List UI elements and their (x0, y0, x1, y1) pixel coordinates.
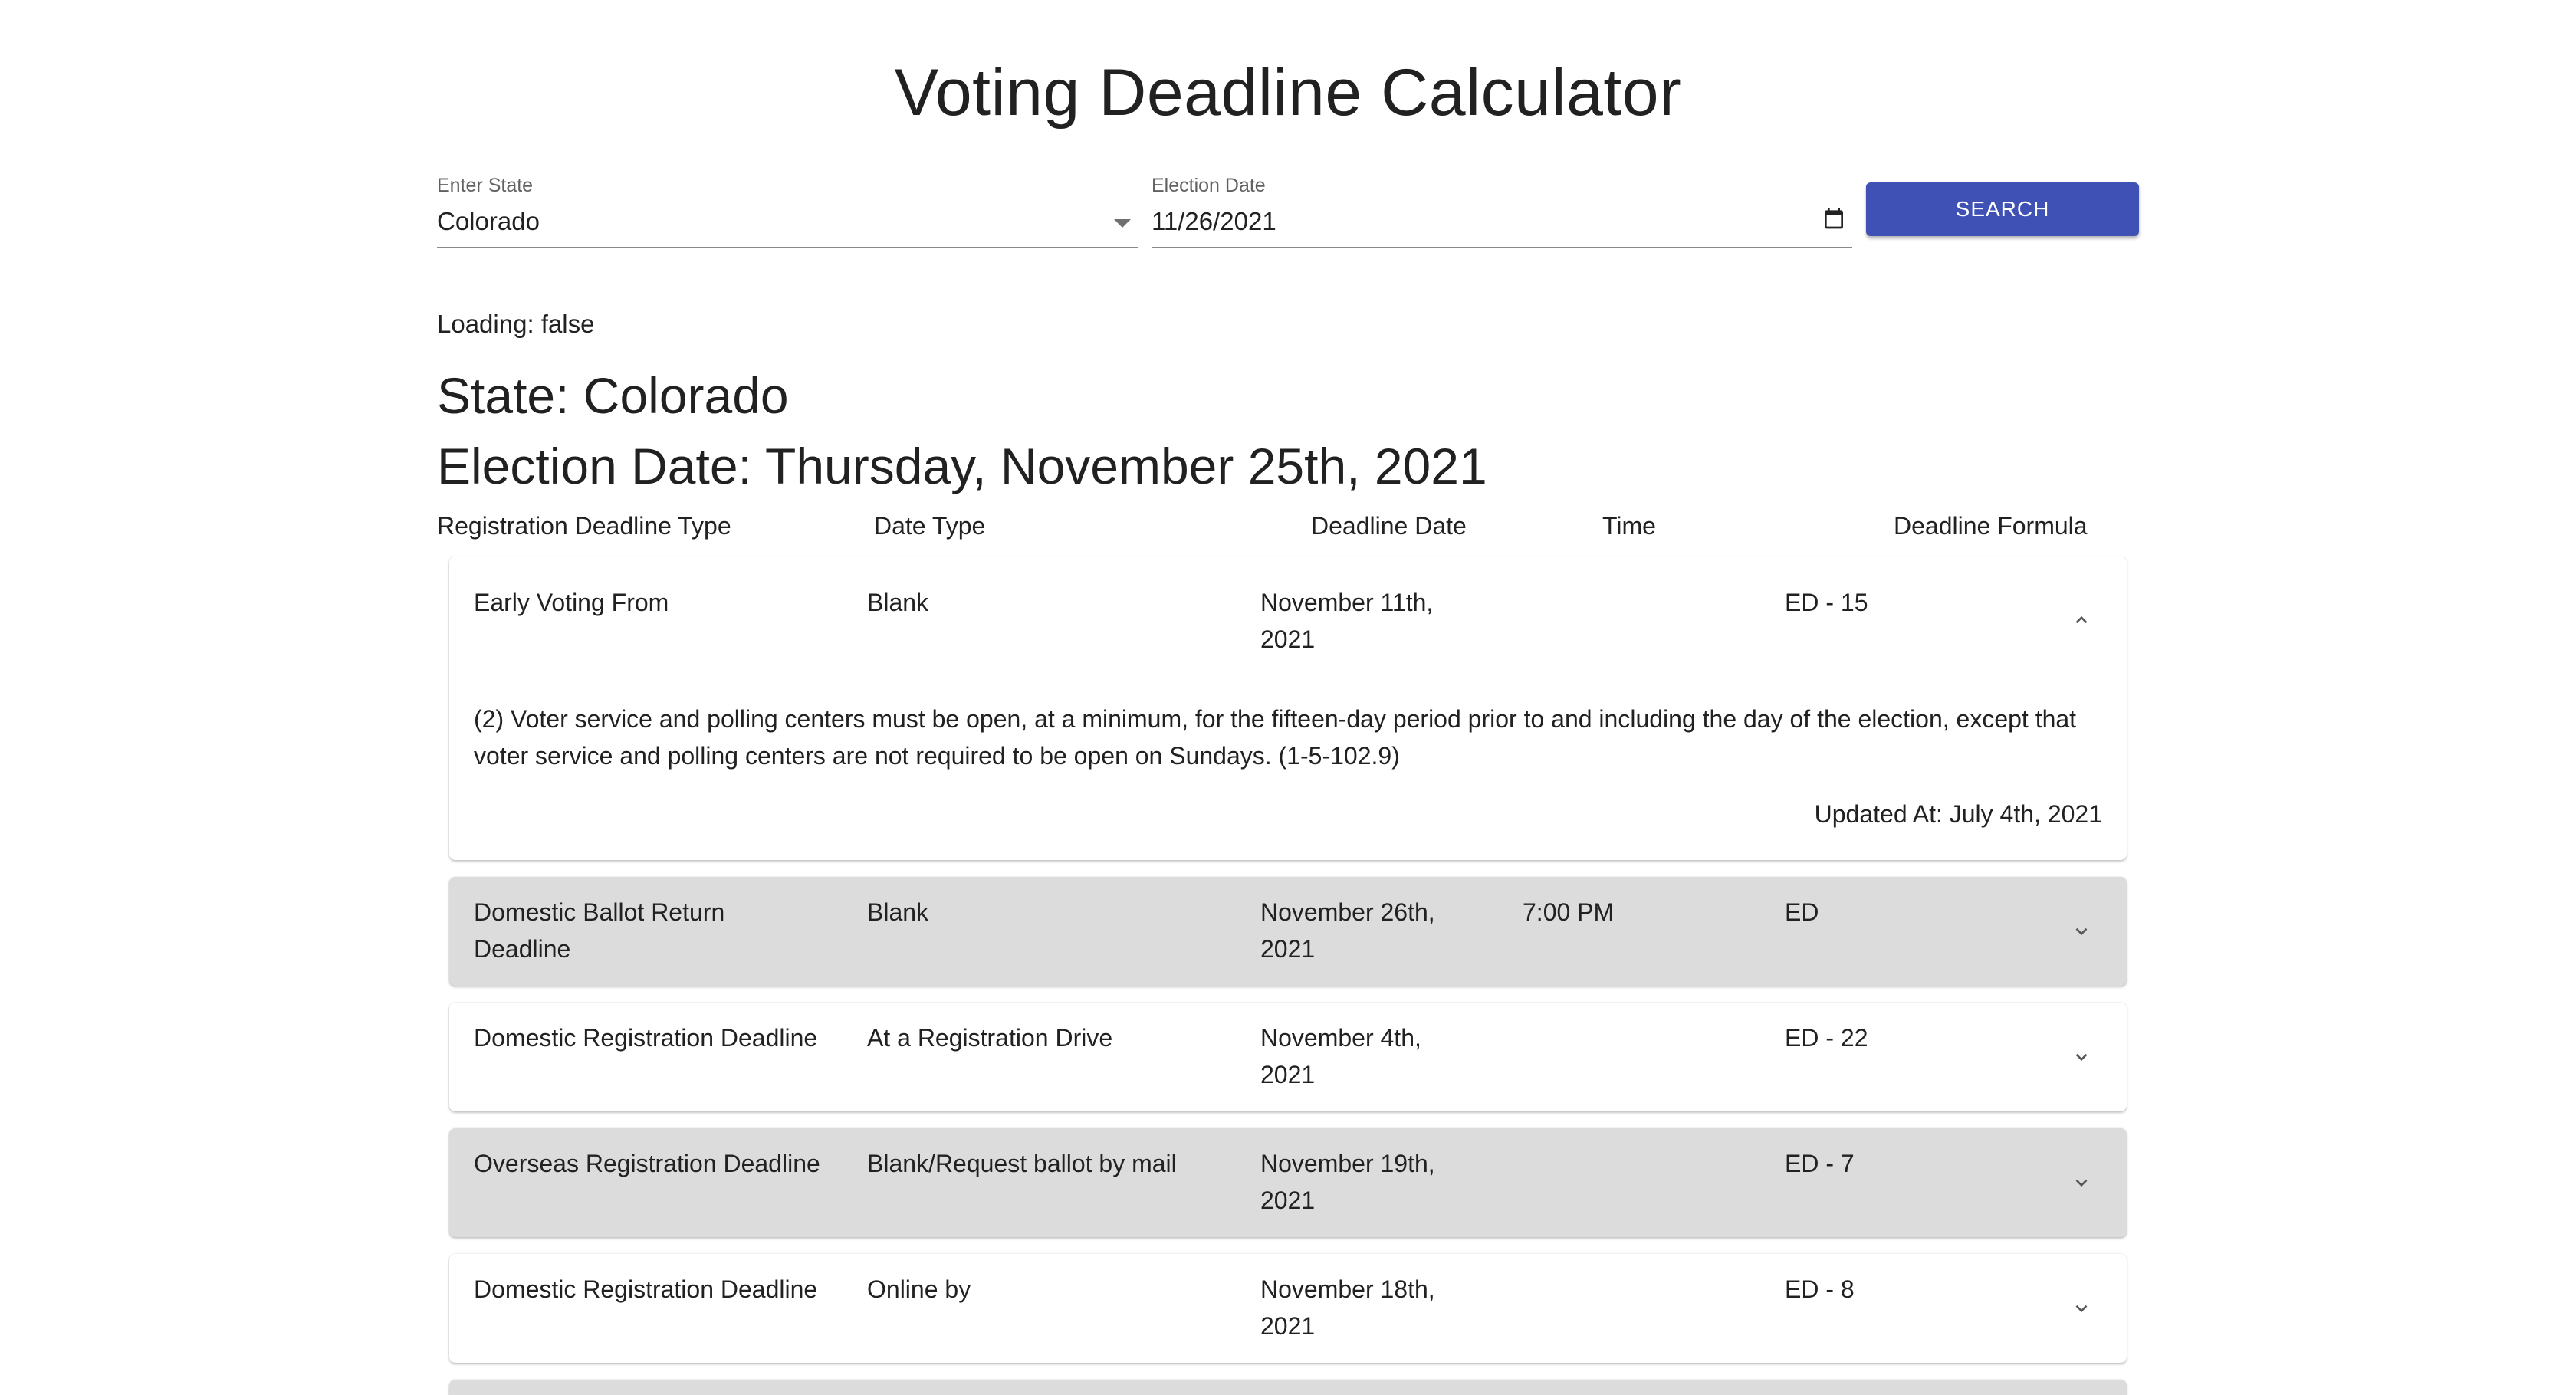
chevron-down-icon[interactable] (2072, 921, 2091, 941)
deadline-date-line: November 26th, (1260, 898, 1435, 926)
deadline-row[interactable]: Overseas Registration Deadline Blank/Req… (449, 1128, 2127, 1237)
deadline-detail-text: (2) Voter service and polling centers mu… (474, 701, 2107, 774)
caret-down-icon[interactable] (1114, 219, 1131, 228)
election-date-heading: Election Date: Thursday, November 25th, … (437, 438, 1487, 494)
state-select[interactable]: Enter State Colorado (437, 170, 1138, 248)
deadline-formula: ED - 22 (1785, 1024, 1868, 1052)
deadline-row[interactable]: Domestic Ballot Return Deadline Blank No… (449, 877, 2127, 986)
deadline-row[interactable]: Early Voting From Blank November 11th, 2… (449, 556, 2127, 860)
deadline-type: Early Voting From (474, 584, 669, 621)
deadline-date-line: November 19th, (1260, 1150, 1435, 1177)
column-header-date-type: Date Type (874, 512, 986, 540)
deadline-date-line: 2021 (1260, 935, 1316, 963)
date-type: Blank (867, 589, 929, 616)
chevron-down-icon[interactable] (2072, 1298, 2091, 1318)
chevron-down-icon[interactable] (2072, 1047, 2091, 1067)
column-header-time: Time (1602, 512, 1656, 540)
election-date-field[interactable]: Election Date 11/26/2021 (1152, 170, 1852, 248)
date-type: At a Registration Drive (867, 1024, 1113, 1052)
deadline-type-line: Domestic Ballot Return (474, 898, 725, 926)
column-header-registration-deadline-type: Registration Deadline Type (437, 512, 731, 540)
deadline-formula: ED (1785, 898, 1819, 926)
state-select-value[interactable]: Colorado (437, 207, 540, 236)
deadline-type-line: Domestic Registration Deadline (474, 1024, 818, 1052)
date-type: Blank/Request ballot by mail (867, 1150, 1177, 1177)
chevron-down-icon[interactable] (2072, 1173, 2091, 1193)
deadline-type: Domestic Registration Deadline (474, 1019, 817, 1056)
deadline-type-line: Early Voting From (474, 589, 669, 616)
deadline-date: November 26th, 2021 (1260, 894, 1435, 967)
deadline-time: 7:00 PM (1523, 898, 1615, 926)
deadline-row[interactable]: Domestic Registration Deadline At a Regi… (449, 1003, 2127, 1111)
election-date-label: Election Date (1152, 175, 1266, 196)
deadline-date-line: 2021 (1260, 625, 1316, 653)
deadline-type: Domestic Ballot Return Deadline (474, 894, 724, 967)
deadline-date: November 4th, 2021 (1260, 1019, 1421, 1093)
chevron-up-icon[interactable] (2072, 610, 2091, 630)
page-title: Voting Deadline Calculator (894, 56, 1682, 130)
calendar-icon[interactable] (1822, 205, 1846, 231)
deadline-date: November 19th, 2021 (1260, 1145, 1435, 1219)
date-type: Online by (867, 1275, 971, 1303)
deadline-row-partial[interactable] (449, 1380, 2127, 1395)
app-frame: Voting Deadline Calculator Enter State C… (0, 0, 2576, 1395)
deadline-date: November 11th, 2021 (1260, 584, 1433, 658)
election-date-value[interactable]: 11/26/2021 (1152, 207, 1276, 236)
date-type: Blank (867, 898, 929, 926)
deadline-type: Overseas Registration Deadline (474, 1145, 820, 1182)
deadline-type-line: Overseas Registration Deadline (474, 1150, 820, 1177)
deadline-date: November 18th, 2021 (1260, 1271, 1435, 1344)
column-header-deadline-formula: Deadline Formula (1894, 512, 2088, 540)
deadline-type-line: Domestic Registration Deadline (474, 1275, 818, 1303)
deadline-formula: ED - 8 (1785, 1275, 1855, 1303)
deadline-formula: ED - 7 (1785, 1150, 1855, 1177)
deadline-detail-line: voter service and polling centers are no… (474, 742, 1400, 770)
state-heading: State: Colorado (437, 367, 789, 424)
deadline-row[interactable]: Domestic Registration Deadline Online by… (449, 1254, 2127, 1363)
deadline-type: Domestic Registration Deadline (474, 1271, 817, 1308)
updated-at: Updated At: July 4th, 2021 (1814, 800, 2102, 828)
deadline-date-line: 2021 (1260, 1187, 1316, 1214)
deadline-date-line: November 11th, (1260, 589, 1434, 616)
deadline-date-line: 2021 (1260, 1312, 1316, 1340)
loading-status: Loading: false (437, 310, 595, 338)
deadline-type-line: Deadline (474, 935, 571, 963)
deadline-date-line: November 18th, (1260, 1275, 1435, 1303)
search-button[interactable]: SEARCH (1866, 182, 2139, 236)
column-header-deadline-date: Deadline Date (1311, 512, 1467, 540)
deadline-formula: ED - 15 (1785, 589, 1868, 616)
state-select-label: Enter State (437, 175, 534, 196)
deadline-date-line: 2021 (1260, 1061, 1316, 1088)
deadline-date-line: November 4th, (1260, 1024, 1421, 1052)
deadline-detail-line: (2) Voter service and polling centers mu… (474, 705, 2077, 733)
